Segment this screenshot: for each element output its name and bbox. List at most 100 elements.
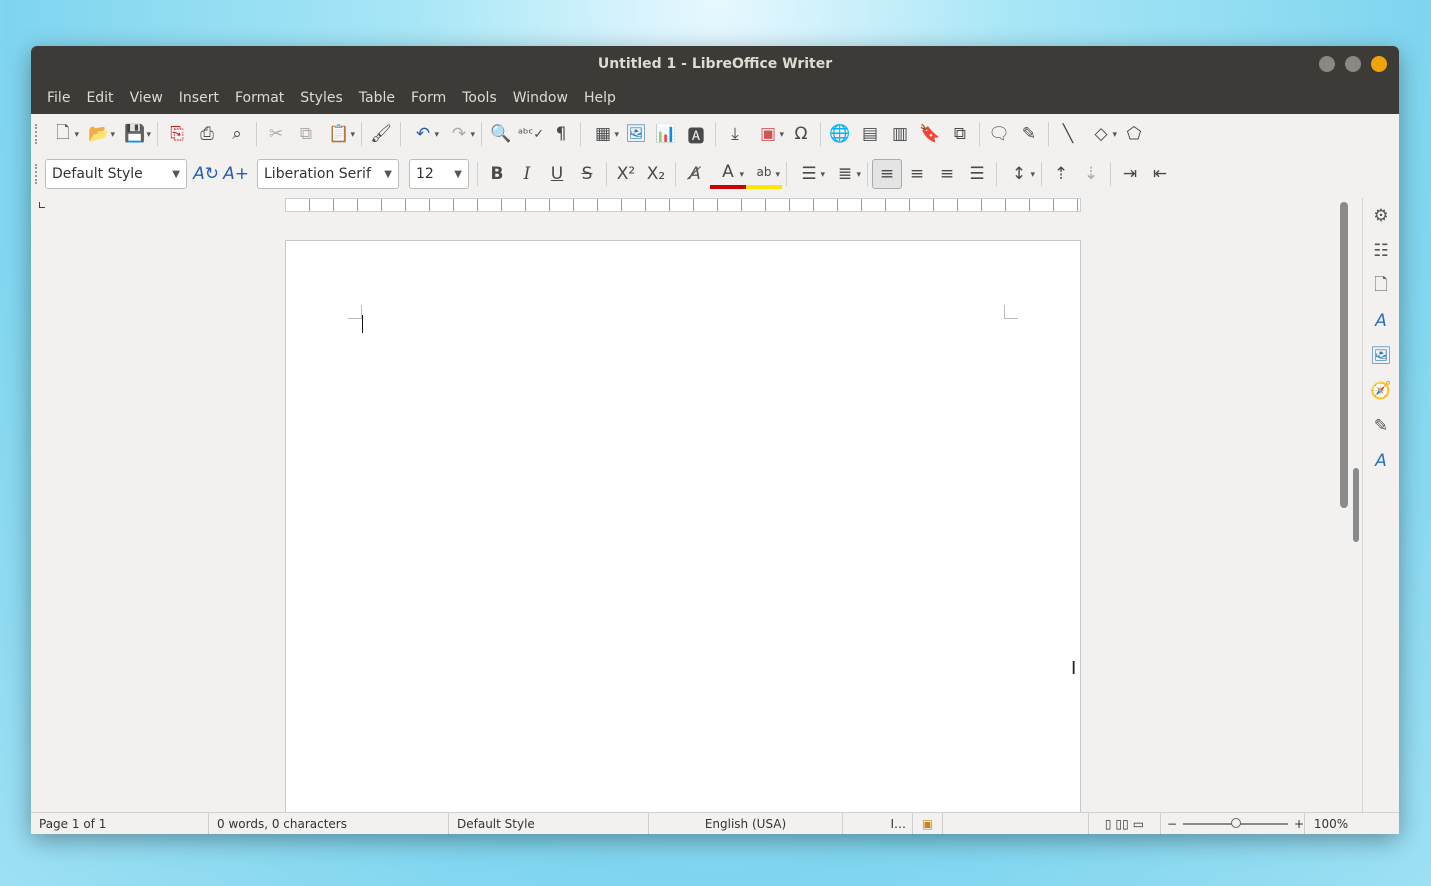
- bold-icon[interactable]: B: [482, 159, 512, 189]
- font-size-combo[interactable]: 12 ▼: [409, 159, 469, 189]
- sidebar-collapse-handle[interactable]: [1353, 468, 1359, 542]
- print-icon[interactable]: ⎙: [192, 119, 222, 149]
- cross-reference-icon[interactable]: ⧉: [945, 119, 975, 149]
- document-area[interactable]: I: [31, 214, 1341, 820]
- insert-mode-status[interactable]: I…: [843, 813, 913, 834]
- page-icon[interactable]: 🗋: [1369, 274, 1393, 298]
- footnote-icon[interactable]: ▤: [855, 119, 885, 149]
- zoom-slider[interactable]: [1183, 817, 1288, 828]
- increase-indent-icon[interactable]: ⇥: [1115, 159, 1145, 189]
- menu-table[interactable]: Table: [351, 90, 403, 106]
- menu-file[interactable]: File: [39, 90, 78, 106]
- sidebar-settings-icon[interactable]: ⚙: [1369, 204, 1393, 228]
- find-replace-icon[interactable]: 🔍: [486, 119, 516, 149]
- menu-format[interactable]: Format: [227, 90, 292, 106]
- shapes-icon[interactable]: ◇: [1083, 119, 1119, 149]
- menu-styles[interactable]: Styles: [292, 90, 350, 106]
- text-box-icon[interactable]: 🅰: [681, 119, 711, 149]
- scrollbar-thumb[interactable]: [1340, 202, 1348, 508]
- toolbar-grip[interactable]: [35, 164, 39, 184]
- image-icon[interactable]: 🖼: [621, 119, 651, 149]
- export-pdf-icon[interactable]: ⎘: [162, 119, 192, 149]
- strikethrough-icon[interactable]: S: [572, 159, 602, 189]
- update-style-icon[interactable]: A↻: [191, 159, 221, 189]
- line-spacing-icon[interactable]: ↕: [1001, 159, 1037, 189]
- endnote-icon[interactable]: ▥: [885, 119, 915, 149]
- maximize-button[interactable]: [1345, 56, 1361, 72]
- field-icon[interactable]: ▣: [750, 119, 786, 149]
- align-right-icon[interactable]: ≡: [932, 159, 962, 189]
- zoom-in-icon[interactable]: +: [1294, 817, 1304, 831]
- document-page[interactable]: [285, 240, 1081, 820]
- menu-edit[interactable]: Edit: [78, 90, 121, 106]
- decrease-indent-icon[interactable]: ⇤: [1145, 159, 1175, 189]
- minimize-button[interactable]: [1319, 56, 1335, 72]
- comment-icon[interactable]: 🗨: [984, 119, 1014, 149]
- line-icon[interactable]: ╲: [1053, 119, 1083, 149]
- navigator-icon[interactable]: 🧭: [1369, 379, 1393, 403]
- special-character-icon[interactable]: Ω: [786, 119, 816, 149]
- print-preview-icon[interactable]: ⌕: [222, 119, 252, 149]
- paste-icon[interactable]: 📋: [321, 119, 357, 149]
- cut-icon[interactable]: ✂: [261, 119, 291, 149]
- menu-help[interactable]: Help: [576, 90, 624, 106]
- bullet-list-icon[interactable]: ☰: [791, 159, 827, 189]
- subscript-icon[interactable]: X₂: [641, 159, 671, 189]
- page-break-icon[interactable]: ⤓: [720, 119, 750, 149]
- horizontal-ruler[interactable]: [285, 198, 1081, 212]
- book-view-icon[interactable]: ▭: [1133, 817, 1144, 831]
- multi-page-view-icon[interactable]: ▯▯: [1116, 817, 1129, 831]
- zoom-level[interactable]: 100%: [1305, 813, 1357, 834]
- bookmark-icon[interactable]: 🔖: [915, 119, 945, 149]
- close-button[interactable]: [1371, 56, 1387, 72]
- tab-stop-selector[interactable]: [39, 202, 45, 208]
- document-modified-status[interactable]: ▣: [913, 813, 943, 834]
- table-icon[interactable]: ▦: [585, 119, 621, 149]
- page-count[interactable]: Page 1 of 1: [31, 813, 209, 834]
- redo-icon[interactable]: ↷: [441, 119, 477, 149]
- superscript-icon[interactable]: X²: [611, 159, 641, 189]
- track-changes-icon[interactable]: ✎: [1014, 119, 1044, 149]
- align-center-icon[interactable]: ≡: [902, 159, 932, 189]
- new-style-icon[interactable]: A+: [221, 159, 251, 189]
- new-document-icon[interactable]: 🗋: [45, 119, 81, 149]
- menu-insert[interactable]: Insert: [171, 90, 227, 106]
- open-icon[interactable]: 📂: [81, 119, 117, 149]
- decrease-paragraph-spacing-icon[interactable]: ⇣: [1076, 159, 1106, 189]
- digital-signature-status[interactable]: [943, 813, 1089, 834]
- page-style-status[interactable]: Default Style: [449, 813, 649, 834]
- font-color-icon[interactable]: A: [710, 159, 746, 189]
- clone-formatting-icon[interactable]: 🖌: [366, 119, 396, 149]
- word-count[interactable]: 0 words, 0 characters: [209, 813, 449, 834]
- single-page-view-icon[interactable]: ▯: [1105, 817, 1112, 831]
- clear-formatting-icon[interactable]: A̸: [680, 159, 710, 189]
- manage-changes-icon[interactable]: ✎: [1369, 414, 1393, 438]
- copy-icon[interactable]: ⧉: [291, 119, 321, 149]
- font-name-combo[interactable]: Liberation Serif ▼: [257, 159, 399, 189]
- style-inspector-icon[interactable]: A: [1369, 449, 1393, 473]
- underline-icon[interactable]: U: [542, 159, 572, 189]
- numbered-list-icon[interactable]: ≣: [827, 159, 863, 189]
- spelling-icon[interactable]: ᵃᵇᶜ✓: [516, 119, 546, 149]
- menu-tools[interactable]: Tools: [454, 90, 505, 106]
- toolbar-grip[interactable]: [35, 124, 39, 144]
- zoom-slider-knob[interactable]: [1231, 817, 1242, 828]
- highlighting-icon[interactable]: ab: [746, 159, 782, 189]
- language-status[interactable]: English (USA): [649, 813, 843, 834]
- justify-icon[interactable]: ☰: [962, 159, 992, 189]
- formatting-marks-icon[interactable]: ¶: [546, 119, 576, 149]
- menu-form[interactable]: Form: [403, 90, 454, 106]
- save-icon[interactable]: 💾: [117, 119, 153, 149]
- italic-icon[interactable]: I: [512, 159, 542, 189]
- styles-icon[interactable]: A: [1369, 309, 1393, 333]
- draw-functions-icon[interactable]: ⬠: [1119, 119, 1149, 149]
- zoom-out-icon[interactable]: −: [1167, 817, 1177, 831]
- gallery-icon[interactable]: 🖼: [1369, 344, 1393, 368]
- menu-window[interactable]: Window: [505, 90, 576, 106]
- vertical-scrollbar[interactable]: [1337, 202, 1349, 812]
- increase-paragraph-spacing-icon[interactable]: ⇡: [1046, 159, 1076, 189]
- hyperlink-icon[interactable]: 🌐: [825, 119, 855, 149]
- chart-icon[interactable]: 📊: [651, 119, 681, 149]
- paragraph-style-combo[interactable]: Default Style ▼: [45, 159, 187, 189]
- properties-icon[interactable]: ☷: [1369, 239, 1393, 263]
